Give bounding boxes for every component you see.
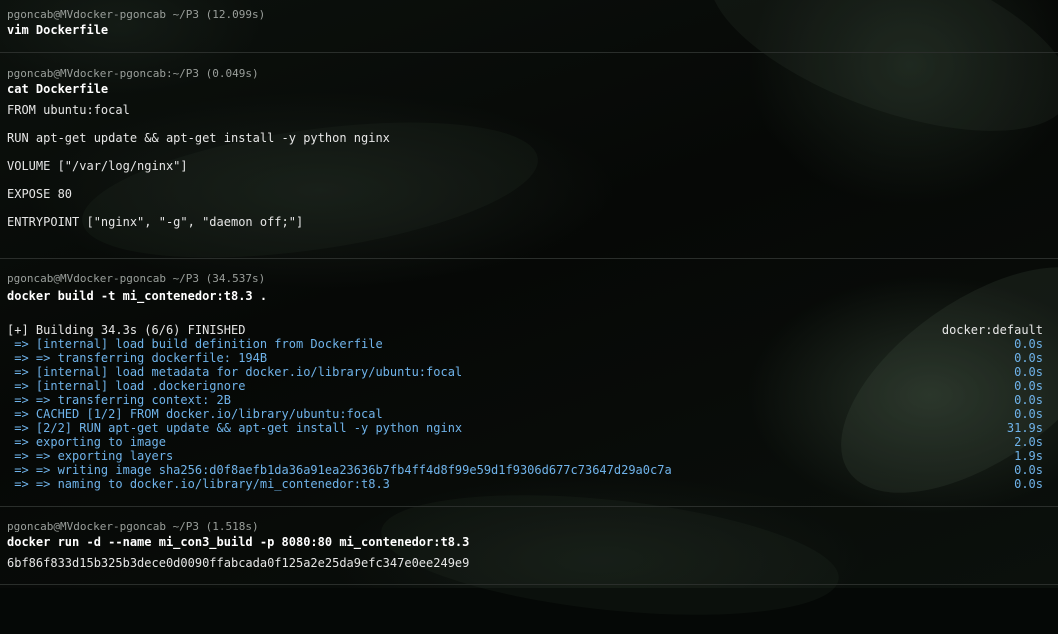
build-step-duration: 0.0s	[1014, 365, 1043, 379]
command-block[interactable]: pgoncab@MVdocker-pgoncab ~/P3 (34.537s) …	[0, 259, 1058, 506]
output-line: EXPOSE 80	[7, 187, 73, 201]
command-block[interactable]: pgoncab@MVdocker-pgoncab:~/P3 (0.049s) c…	[0, 53, 1058, 258]
build-step-duration: 31.9s	[1006, 421, 1043, 435]
command-block[interactable]: pgoncab@MVdocker-pgoncab ~/P3 (12.099s) …	[0, 0, 1058, 52]
build-step: => exporting to image	[7, 435, 166, 449]
build-step-duration: 0.0s	[1014, 463, 1043, 477]
build-step: => [2/2] RUN apt-get update && apt-get i…	[7, 421, 463, 435]
prompt-line: pgoncab@MVdocker-pgoncab ~/P3 (12.099s)	[7, 8, 266, 21]
build-step: => => writing image sha256:d0f8aefb1da36…	[7, 463, 672, 477]
build-step-duration: 0.0s	[1014, 351, 1043, 365]
command-text: docker build -t mi_contenedor:t8.3 .	[7, 289, 268, 303]
build-step-duration: 0.0s	[1014, 393, 1043, 407]
build-step: => => transferring dockerfile: 194B	[7, 351, 268, 365]
build-step: => [internal] load metadata for docker.i…	[7, 365, 463, 379]
build-step-duration: 0.0s	[1014, 407, 1043, 421]
output-line: FROM ubuntu:focal	[7, 103, 130, 117]
build-step: => => transferring context: 2B	[7, 393, 231, 407]
command-text: docker run -d --name mi_con3_build -p 80…	[7, 535, 470, 549]
prompt-line: pgoncab@MVdocker-pgoncab ~/P3 (34.537s)	[7, 272, 266, 285]
terminal-window[interactable]: pgoncab@MVdocker-pgoncab ~/P3 (12.099s) …	[0, 0, 1058, 588]
build-step-duration: 0.0s	[1014, 337, 1043, 351]
build-step-duration: 2.0s	[1014, 435, 1043, 449]
build-builder-name: docker:default	[941, 323, 1043, 337]
command-block[interactable]: pgoncab@MVdocker-pgoncab ~/P3 (1.518s) d…	[0, 507, 1058, 588]
build-step-duration: 0.0s	[1014, 379, 1043, 393]
build-step: => => naming to docker.io/library/mi_con…	[7, 477, 390, 491]
build-step-duration: 0.0s	[1014, 477, 1043, 491]
output-line: RUN apt-get update && apt-get install -y…	[7, 131, 390, 145]
build-step: => [internal] load build definition from…	[7, 337, 383, 351]
prompt-line: pgoncab@MVdocker-pgoncab:~/P3 (0.049s)	[7, 67, 259, 80]
block-divider	[0, 584, 1058, 585]
build-step: => => exporting layers	[7, 449, 174, 463]
output-line: VOLUME ["/var/log/nginx"]	[7, 159, 188, 173]
build-header: [+] Building 34.3s (6/6) FINISHED	[7, 323, 246, 337]
command-text: cat Dockerfile	[7, 82, 109, 96]
output-line: 6bf86f833d15b325b3dece0d0090ffabcada0f12…	[7, 556, 470, 570]
command-text: vim Dockerfile	[7, 23, 109, 37]
build-step: => [internal] load .dockerignore	[7, 379, 246, 393]
build-step: => CACHED [1/2] FROM docker.io/library/u…	[7, 407, 383, 421]
prompt-line: pgoncab@MVdocker-pgoncab ~/P3 (1.518s)	[7, 520, 259, 533]
build-step-duration: 1.9s	[1014, 449, 1043, 463]
output-line: ENTRYPOINT ["nginx", "-g", "daemon off;"…	[7, 215, 304, 229]
